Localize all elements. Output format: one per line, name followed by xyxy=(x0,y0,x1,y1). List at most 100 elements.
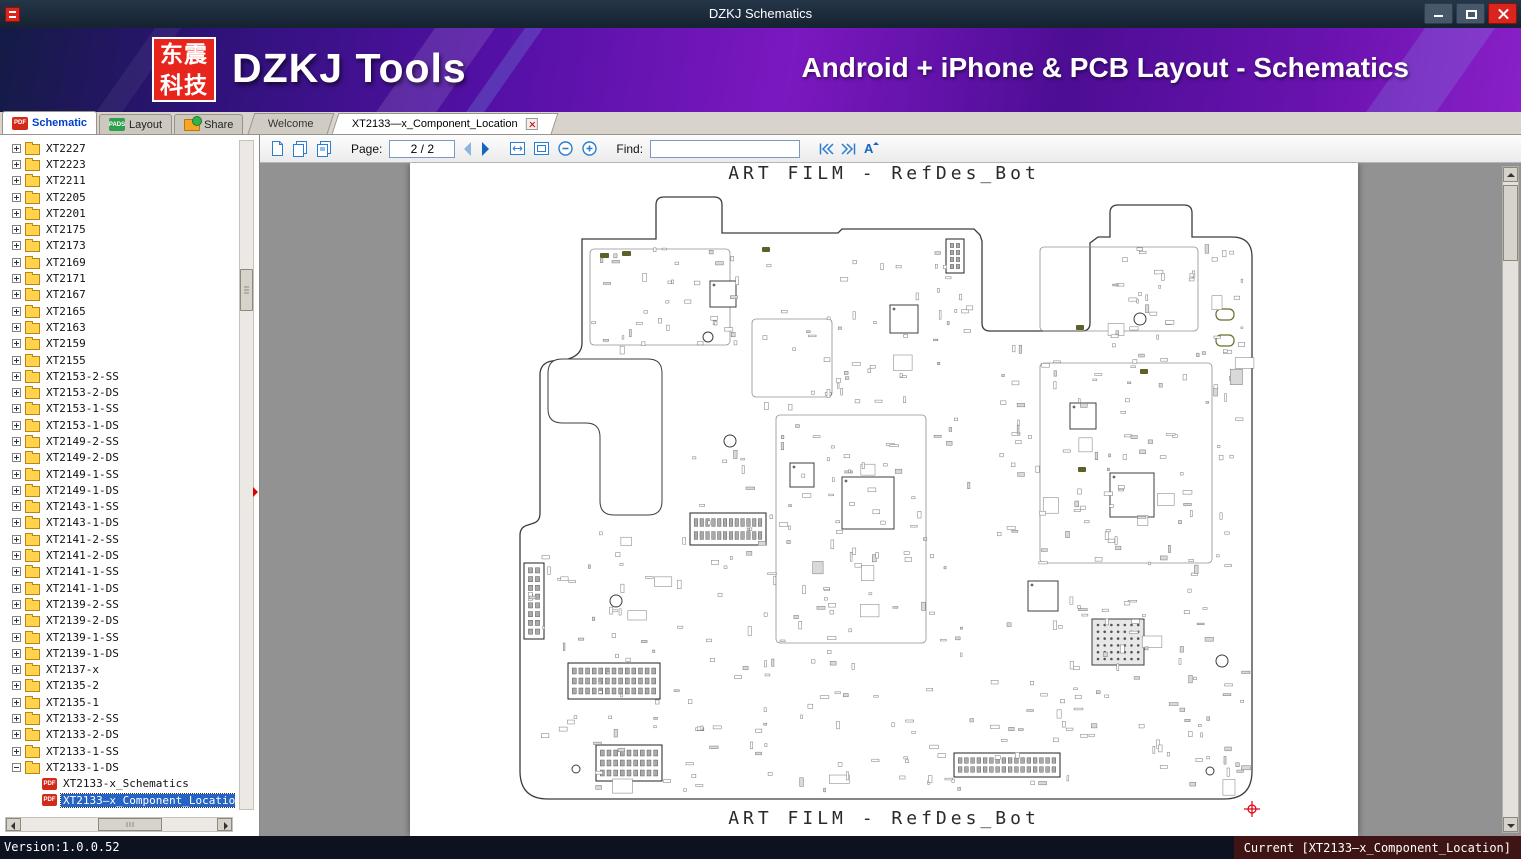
tree-item-xt2173[interactable]: XT2173 xyxy=(2,238,235,254)
sidebar-vertical-scrollbar[interactable] xyxy=(239,140,254,810)
font-size-icon[interactable]: A xyxy=(864,141,880,156)
expand-icon[interactable] xyxy=(12,551,21,561)
expand-icon[interactable] xyxy=(12,665,21,675)
tree-item-xt2159[interactable]: XT2159 xyxy=(2,336,235,352)
tree-item-xt2165[interactable]: XT2165 xyxy=(2,303,235,319)
tree-item-xt2153-1-ss[interactable]: XT2153-1-SS xyxy=(2,401,235,417)
tree-item-xt2139-2-ds[interactable]: XT2139-2-DS xyxy=(2,613,235,629)
expand-icon[interactable] xyxy=(12,143,21,153)
tab-component-location[interactable]: XT2133—x_Component_Location xyxy=(331,113,559,134)
tree-item-xt2155[interactable]: XT2155 xyxy=(2,352,235,368)
copy-page-icon[interactable] xyxy=(292,140,309,157)
tree-item-xt2149-1-ss[interactable]: XT2149-1-SS xyxy=(2,466,235,482)
minimize-button[interactable] xyxy=(1424,3,1453,24)
expand-icon[interactable] xyxy=(12,502,21,512)
tree-item-xt2141-1-ss[interactable]: XT2141-1-SS xyxy=(2,564,235,580)
expand-icon[interactable] xyxy=(12,453,21,463)
previous-page-button[interactable] xyxy=(464,141,472,156)
tree-item-xt2141-2-ds[interactable]: XT2141-2-DS xyxy=(2,547,235,563)
tree-item-xt2227[interactable]: XT2227 xyxy=(2,140,235,156)
tree-item-xt2149-2-ds[interactable]: XT2149-2-DS xyxy=(2,450,235,466)
expand-icon[interactable] xyxy=(12,322,21,332)
tab-schematic[interactable]: PDF Schematic xyxy=(2,111,98,134)
collapse-icon[interactable] xyxy=(12,762,21,772)
tree-item-xt2205[interactable]: XT2205 xyxy=(2,189,235,205)
expand-icon[interactable] xyxy=(12,616,21,626)
expand-icon[interactable] xyxy=(12,388,21,398)
expand-icon[interactable] xyxy=(12,257,21,267)
tab-layout[interactable]: PADS Layout xyxy=(99,114,173,134)
expand-icon[interactable] xyxy=(12,599,21,609)
maximize-button[interactable] xyxy=(1456,3,1485,24)
expand-icon[interactable] xyxy=(12,371,21,381)
expand-icon[interactable] xyxy=(12,632,21,642)
fit-width-icon[interactable] xyxy=(509,140,526,157)
tree-item-xt2133-2-ss[interactable]: XT2133-2-SS xyxy=(2,710,235,726)
find-input[interactable] xyxy=(650,139,801,158)
expand-icon[interactable] xyxy=(12,648,21,658)
expand-icon[interactable] xyxy=(12,681,21,691)
next-page-button[interactable] xyxy=(482,141,490,156)
tree-item-xt2143-1-ds[interactable]: XT2143-1-DS xyxy=(2,515,235,531)
tree-item-xt2163[interactable]: XT2163 xyxy=(2,319,235,335)
single-page-icon[interactable] xyxy=(270,140,285,157)
tree-item-xt2167[interactable]: XT2167 xyxy=(2,287,235,303)
tree-item-xt2223[interactable]: XT2223 xyxy=(2,156,235,172)
expand-icon[interactable] xyxy=(12,241,21,251)
expand-icon[interactable] xyxy=(12,583,21,593)
tree-item-xt2135-2[interactable]: XT2135-2 xyxy=(2,678,235,694)
find-previous-icon[interactable] xyxy=(818,142,834,156)
tree-item-xt2133-1-ds[interactable]: XT2133-1-DS xyxy=(2,759,235,775)
expand-icon[interactable] xyxy=(12,420,21,430)
document-vertical-scrollbar[interactable] xyxy=(1502,166,1519,833)
expand-icon[interactable] xyxy=(12,436,21,446)
zoom-in-icon[interactable] xyxy=(581,140,598,157)
page-input[interactable] xyxy=(389,139,456,158)
scroll-right-icon[interactable] xyxy=(217,818,232,831)
tree-item-xt2153-2-ds[interactable]: XT2153-2-DS xyxy=(2,384,235,400)
scroll-up-icon[interactable] xyxy=(1503,167,1518,182)
tree-item-xt2143-1-ss[interactable]: XT2143-1-SS xyxy=(2,499,235,515)
expand-icon[interactable] xyxy=(12,306,21,316)
splitter-collapse-icon[interactable] xyxy=(253,487,258,497)
expand-icon[interactable] xyxy=(12,567,21,577)
fit-page-icon[interactable] xyxy=(533,140,550,157)
expand-icon[interactable] xyxy=(12,159,21,169)
expand-icon[interactable] xyxy=(12,534,21,544)
scroll-down-icon[interactable] xyxy=(1503,817,1518,832)
expand-icon[interactable] xyxy=(12,225,21,235)
scrollbar-thumb[interactable] xyxy=(240,269,253,311)
scroll-left-icon[interactable] xyxy=(6,818,21,831)
tree-item-xt2149-2-ss[interactable]: XT2149-2-SS xyxy=(2,433,235,449)
tree-item-xt2139-1-ds[interactable]: XT2139-1-DS xyxy=(2,645,235,661)
tree-item-xt2133-x-component-location[interactable]: PDF XT2133—x_Component_Location xyxy=(2,792,235,808)
tree-item-xt2141-1-ds[interactable]: XT2141-1-DS xyxy=(2,580,235,596)
expand-icon[interactable] xyxy=(12,746,21,756)
tree-item-xt2149-1-ds[interactable]: XT2149-1-DS xyxy=(2,482,235,498)
expand-icon[interactable] xyxy=(12,176,21,186)
tree-item-xt2133-1-ss[interactable]: XT2133-1-SS xyxy=(2,743,235,759)
sidebar-horizontal-scrollbar[interactable] xyxy=(5,817,233,832)
expand-icon[interactable] xyxy=(12,208,21,218)
tree-item-xt2153-1-ds[interactable]: XT2153-1-DS xyxy=(2,417,235,433)
document-viewer[interactable]: ART FILM - RefDes_Bot ART FILM - RefDes_… xyxy=(260,163,1521,836)
tab-welcome[interactable]: Welcome xyxy=(248,113,335,134)
expand-icon[interactable] xyxy=(12,355,21,365)
expand-icon[interactable] xyxy=(12,469,21,479)
expand-icon[interactable] xyxy=(12,714,21,724)
expand-icon[interactable] xyxy=(12,518,21,528)
tree-item-xt2133-x-schematics[interactable]: PDF XT2133-x_Schematics xyxy=(2,776,235,792)
expand-icon[interactable] xyxy=(12,274,21,284)
tree-item-xt2135-1[interactable]: XT2135-1 xyxy=(2,694,235,710)
tab-share[interactable]: Share xyxy=(174,114,244,134)
scrollbar-thumb[interactable] xyxy=(98,818,162,831)
tree-item-xt2139-2-ss[interactable]: XT2139-2-SS xyxy=(2,596,235,612)
expand-icon[interactable] xyxy=(12,192,21,202)
expand-icon[interactable] xyxy=(12,697,21,707)
tree-item-xt2137-x[interactable]: XT2137-x xyxy=(2,662,235,678)
scrollbar-thumb[interactable] xyxy=(1503,185,1518,261)
tree-item-xt2153-2-ss[interactable]: XT2153-2-SS xyxy=(2,368,235,384)
zoom-out-icon[interactable] xyxy=(557,140,574,157)
find-next-icon[interactable] xyxy=(841,142,857,156)
tree-item-xt2139-1-ss[interactable]: XT2139-1-SS xyxy=(2,629,235,645)
